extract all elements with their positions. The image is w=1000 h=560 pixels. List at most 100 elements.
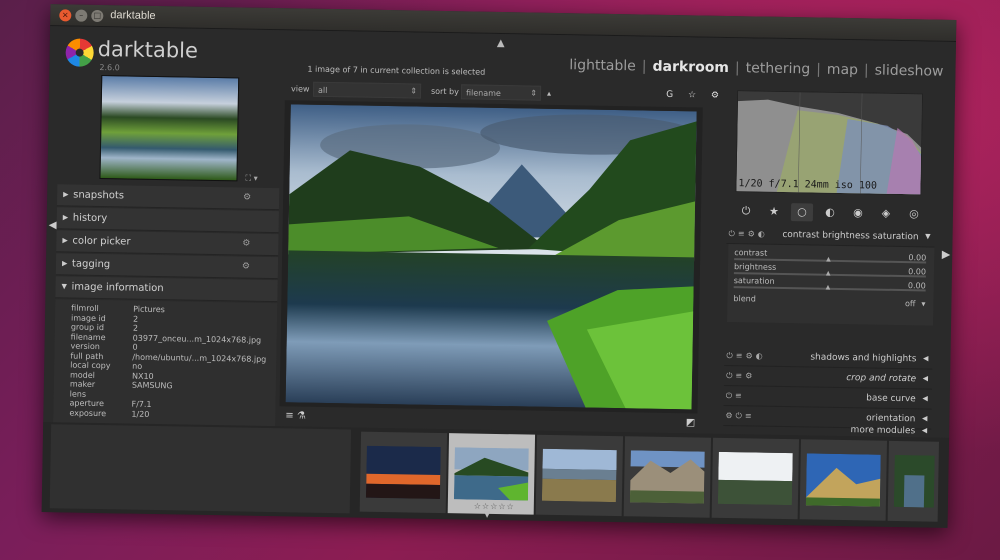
view-filter-select[interactable]: all ⇕ xyxy=(312,81,422,99)
filmstrip-thumb[interactable] xyxy=(887,440,940,522)
maximize-button[interactable]: □ xyxy=(91,9,104,23)
module-name: base curve xyxy=(866,393,916,405)
navigation-preview[interactable] xyxy=(99,75,240,182)
correct-group-icon[interactable]: ◈ xyxy=(875,205,897,223)
view-separator: | xyxy=(734,60,740,77)
gear-icon[interactable]: ⚙ xyxy=(242,239,250,249)
module-history[interactable]: ▶ history xyxy=(56,207,279,234)
view-darkroom[interactable]: darkroom xyxy=(652,59,729,76)
spinner-icon: ⇕ xyxy=(410,86,418,96)
expand-arrow-icon: ◀ xyxy=(922,354,929,363)
expand-arrow-icon: ◀ xyxy=(921,414,928,423)
close-button[interactable]: × xyxy=(59,9,72,22)
expand-arrow-icon: ▶ xyxy=(63,190,69,199)
spinner-icon: ⇕ xyxy=(530,88,538,98)
histogram[interactable]: 1/20 f/7.1 24mm iso 100 xyxy=(735,90,924,196)
darktable-window: × – □ darktable ▲ darktable 2.6.0 1 imag… xyxy=(41,4,957,528)
right-panel: 1/20 f/7.1 24mm iso 100 ⏻ ★ ○ ◐ ◉ ◈ ◎ ⏻≡… xyxy=(723,86,939,440)
image-canvas[interactable] xyxy=(279,100,703,414)
top-toolbar-icons[interactable]: G ☆ ⚙ xyxy=(666,90,725,101)
filmstrip-thumb[interactable] xyxy=(711,437,800,520)
info-value: NX10 xyxy=(131,371,154,381)
cbs-module-body: contrast 0.00 ▲ brightness 0.00 ▲ satura… xyxy=(727,244,935,326)
gear-icon[interactable]: ⚙ xyxy=(242,262,250,272)
view-switcher: lighttable | darkroom | tethering | map | slides… xyxy=(569,57,943,80)
tone-group-icon[interactable]: ◐ xyxy=(819,204,841,222)
info-value: 1/20 xyxy=(131,409,150,419)
module-toggle-icons[interactable]: ⏻≡⚙◐ xyxy=(726,351,765,362)
module-label: color picker xyxy=(72,235,131,248)
gear-icon[interactable]: ⚙ xyxy=(243,193,251,203)
thumb-alpine-peaks xyxy=(805,453,881,507)
minimize-button[interactable]: – xyxy=(75,9,88,22)
effect-group-icon[interactable]: ◎ xyxy=(903,205,925,223)
module-label: tagging xyxy=(71,258,111,271)
info-value: 0 xyxy=(132,342,138,352)
module-toggle-icons[interactable]: ⏻≡⚙◐ xyxy=(729,229,768,240)
slider-knob-icon: ▲ xyxy=(826,255,831,263)
blend-mode-select[interactable]: blend off ▾ xyxy=(733,294,925,311)
thumb-night-sky-sunset xyxy=(365,445,441,500)
slider-knob-icon: ▲ xyxy=(825,269,831,277)
view-slideshow[interactable]: slideshow xyxy=(875,63,944,80)
star-rating[interactable]: ☆☆☆☆☆ xyxy=(474,502,515,512)
sort-direction-button[interactable]: ▴ xyxy=(547,89,551,98)
collection-status: 1 image of 7 in current collection is se… xyxy=(307,64,486,77)
module-label: image information xyxy=(71,281,164,295)
sort-label: sort by xyxy=(430,86,459,97)
top-panel-collapse-icon[interactable]: ▲ xyxy=(497,38,505,49)
module-name: more modules xyxy=(850,425,916,437)
filmstrip-thumb[interactable] xyxy=(799,439,888,521)
module-label: snapshots xyxy=(73,189,125,202)
close-icon: × xyxy=(61,10,69,20)
slider-label: saturation xyxy=(733,276,775,286)
view-separator: | xyxy=(816,61,822,78)
app-version: 2.6.0 xyxy=(99,62,120,73)
main-image xyxy=(285,104,697,410)
saturation-slider[interactable]: saturation 0.00 ▲ xyxy=(733,276,926,293)
module-shadows-and-highlights[interactable]: ⏻≡⚙◐ shadows and highlights ◀ xyxy=(724,347,933,370)
filmstrip-thumb[interactable] xyxy=(535,434,624,517)
expand-arrow-icon: ▶ xyxy=(62,213,69,222)
module-crop-and-rotate[interactable]: ⏻≡⚙ crop and rotate ◀ xyxy=(723,367,933,390)
sort-select[interactable]: filename ⇕ xyxy=(460,84,542,101)
view-tethering[interactable]: tethering xyxy=(746,60,811,77)
bottom-panel-collapse-icon[interactable]: ▼ xyxy=(484,510,491,520)
info-value: Pictures xyxy=(133,304,165,315)
basic-group-icon[interactable]: ○ xyxy=(790,203,814,222)
color-group-icon[interactable]: ◉ xyxy=(847,204,869,222)
module-snapshots[interactable]: ▶ snapshots ⚙ xyxy=(56,184,280,211)
expand-arrow-icon: ◀ xyxy=(922,394,928,403)
view-map[interactable]: map xyxy=(827,62,858,79)
module-tagging[interactable]: ▶ tagging ⚙ xyxy=(55,253,279,280)
info-key: exposure xyxy=(69,408,107,418)
filmstrip-thumb[interactable] xyxy=(623,436,712,518)
view-filter-value: all xyxy=(317,85,328,95)
blend-value: off xyxy=(904,299,916,309)
styles-and-color-picker-icons[interactable]: ≡ ⚗ xyxy=(285,410,306,421)
softproof-icon[interactable]: ◩ xyxy=(686,417,696,428)
module-base-curve[interactable]: ⏻≡ base curve ◀ xyxy=(723,387,932,410)
module-toggle-icons[interactable]: ⏻≡ xyxy=(726,391,745,401)
info-value: no xyxy=(132,361,143,371)
zoom-control[interactable]: ⛶ ▾ xyxy=(245,174,257,184)
info-value: 2 xyxy=(132,323,139,333)
module-image-information[interactable]: ▼ image information xyxy=(55,276,278,303)
thumb-winter-forest xyxy=(717,451,793,506)
power-icon[interactable]: ⏻ xyxy=(735,202,757,220)
collapse-arrow-icon: ▼ xyxy=(925,232,931,241)
module-toggle-icons[interactable]: ⏻≡⚙ xyxy=(726,371,755,382)
dropdown-arrow-icon: ▾ xyxy=(921,299,926,309)
favorite-icon[interactable]: ★ xyxy=(763,203,785,221)
module-color-picker[interactable]: ▶ color picker ⚙ xyxy=(56,230,279,257)
right-panel-collapse-icon[interactable]: ▶ xyxy=(942,248,951,261)
filmstrip-thumb-selected[interactable]: ☆☆☆☆☆ xyxy=(447,433,536,515)
module-name: crop and rotate xyxy=(846,373,917,385)
filmstrip-thumb[interactable] xyxy=(359,431,448,514)
view-separator: | xyxy=(863,62,869,79)
darktable-logo-icon xyxy=(65,38,94,67)
view-lighttable[interactable]: lighttable xyxy=(569,57,636,74)
slider-knob-icon: ▲ xyxy=(825,283,831,291)
center-view: view all ⇕ sort by filename ⇕ ▴ G ☆ ⚙ ≡ … xyxy=(279,80,725,434)
window-title: darktable xyxy=(110,9,156,22)
